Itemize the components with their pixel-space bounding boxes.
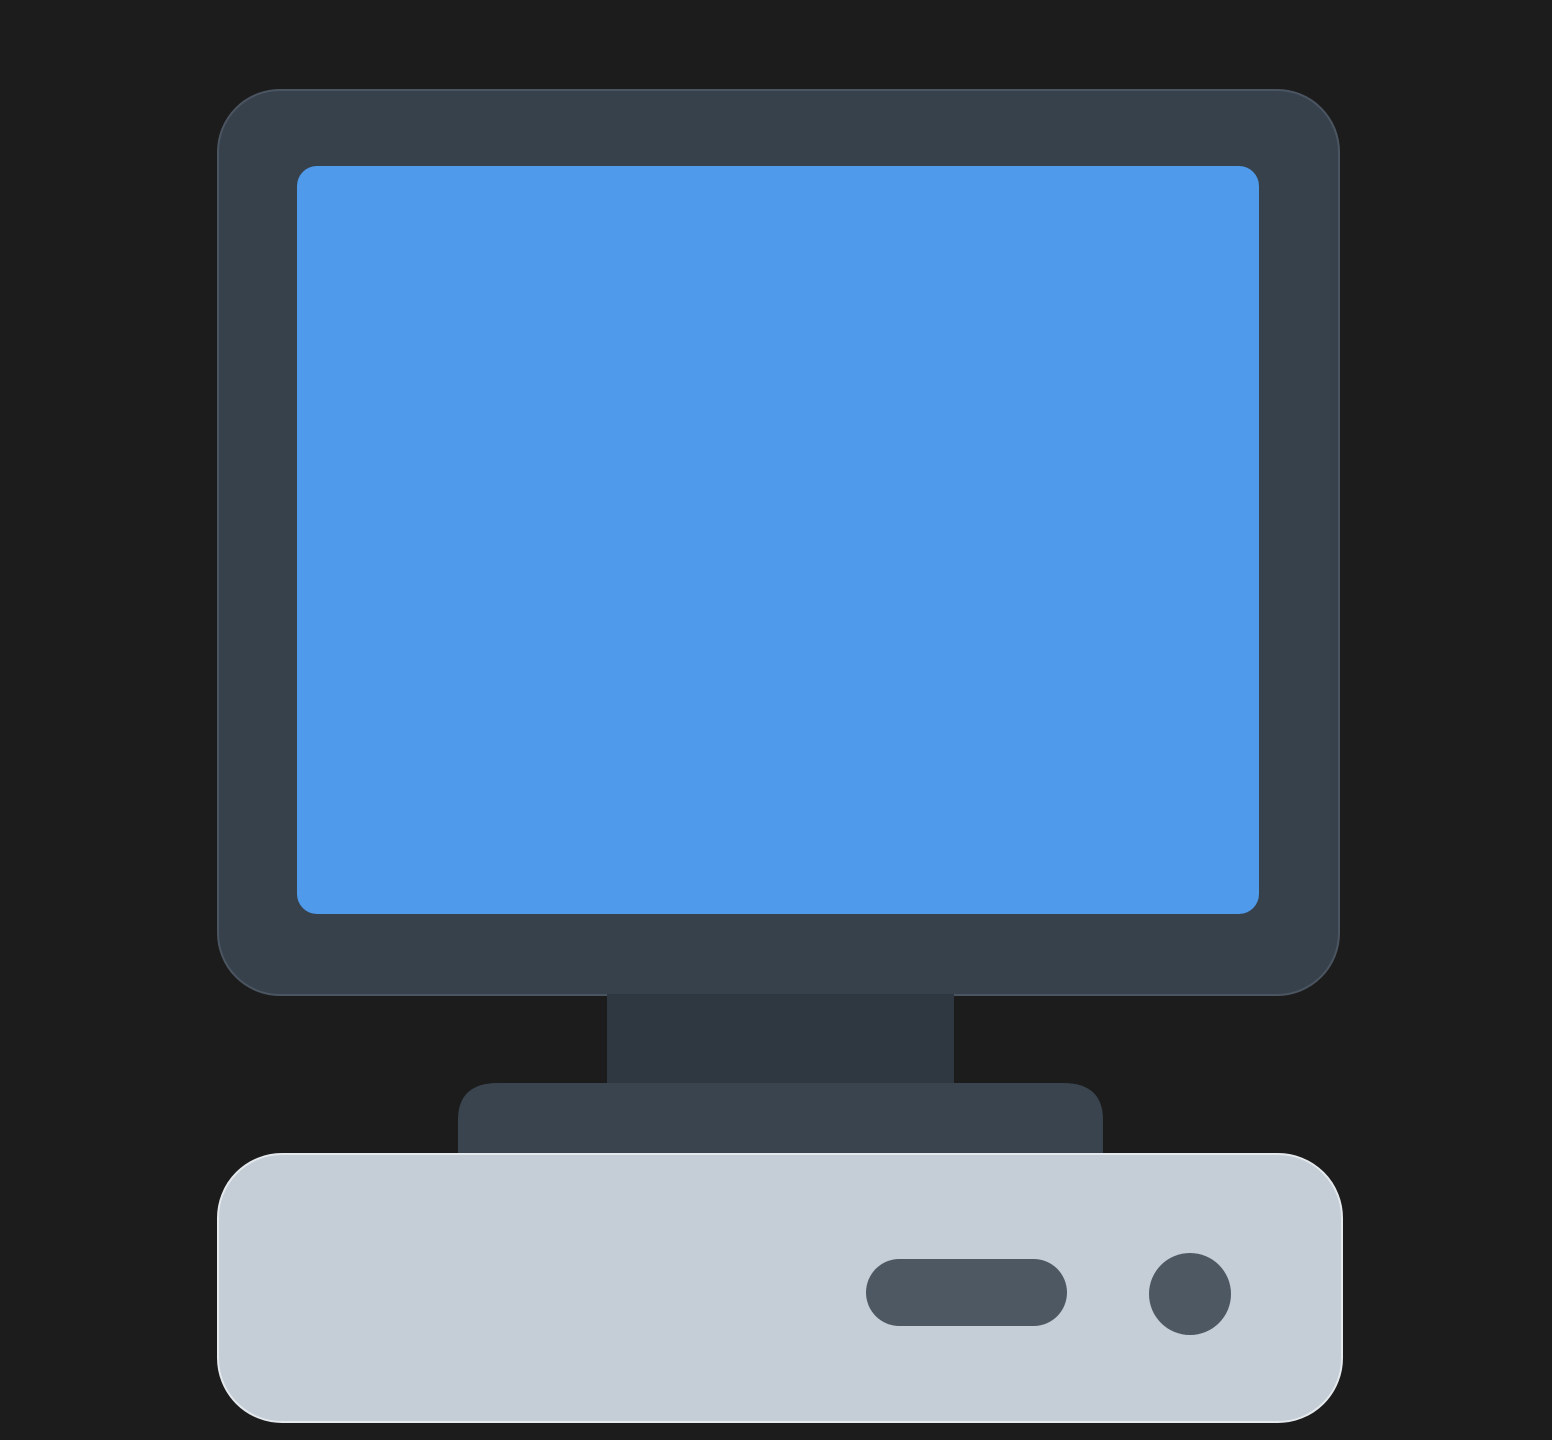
drive-slot-icon <box>866 1259 1067 1326</box>
stand-neck <box>607 994 954 1086</box>
power-button-icon <box>1149 1253 1231 1335</box>
desktop-computer-icon <box>0 0 1552 1440</box>
computer-base-unit <box>217 1153 1343 1423</box>
monitor-screen <box>297 166 1259 914</box>
monitor <box>217 89 1340 996</box>
stand-base <box>458 1083 1103 1160</box>
